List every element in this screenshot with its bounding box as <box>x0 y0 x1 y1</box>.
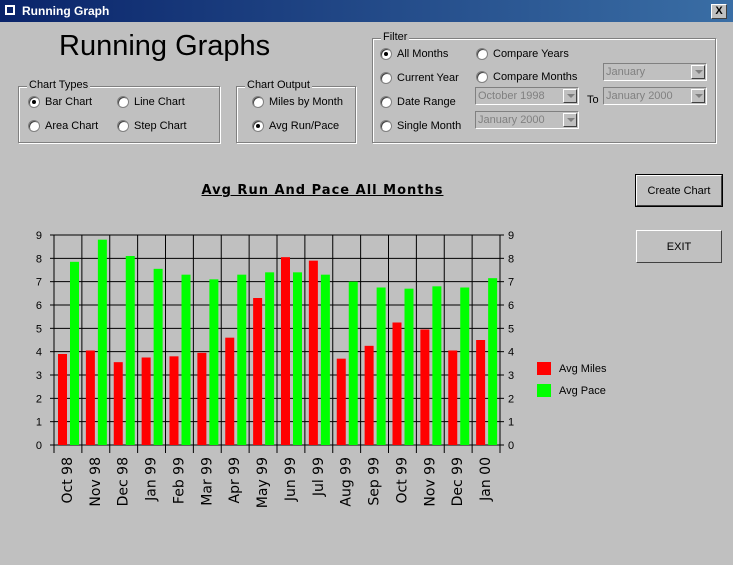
x-tick-label: Aug 99 <box>339 457 355 507</box>
bar-avg-miles <box>85 350 95 445</box>
bar-avg-pace <box>460 287 470 445</box>
legend-swatch-miles <box>537 362 551 375</box>
bar-avg-pace <box>209 279 219 445</box>
bar-avg-pace <box>432 286 442 445</box>
y-tick-label-left: 2 <box>36 393 42 405</box>
x-tick-label: Oct 98 <box>60 457 76 503</box>
bar-avg-miles <box>113 362 123 445</box>
y-tick-label-right: 1 <box>508 417 514 429</box>
y-tick-label-left: 6 <box>36 300 42 312</box>
x-tick-label: Jul 99 <box>311 457 327 497</box>
y-tick-label-left: 7 <box>36 277 42 289</box>
bar-avg-miles <box>58 354 67 445</box>
y-tick-label-right: 7 <box>508 277 514 289</box>
y-tick-label-left: 1 <box>36 417 42 429</box>
bar-avg-miles <box>169 356 179 445</box>
bar-avg-miles <box>281 257 290 445</box>
y-tick-label-right: 9 <box>508 230 514 242</box>
bar-avg-miles <box>336 358 346 445</box>
bar-avg-miles <box>448 350 458 445</box>
x-tick-label: Jan 00 <box>478 457 494 502</box>
bar-chart: 0 0 1 1 2 2 3 3 4 4 5 5 6 6 7 7 8 8 9 9 Oct 98 Nov 98 Dec 98 Ja… <box>36 230 514 508</box>
y-tick-label-left: 4 <box>36 347 42 359</box>
bar-avg-miles <box>225 337 235 445</box>
bar-avg-pace <box>70 261 79 445</box>
legend-avg-miles: Avg Miles <box>537 362 606 375</box>
bar-avg-miles <box>476 340 486 445</box>
bar-avg-pace <box>376 287 386 445</box>
bar-avg-pace <box>181 274 191 445</box>
x-tick-label: Dec 99 <box>450 457 466 506</box>
bar-avg-pace <box>125 256 135 445</box>
bar-avg-pace <box>237 274 247 445</box>
legend-avg-pace: Avg Pace <box>537 384 606 397</box>
bar-avg-pace <box>404 288 414 445</box>
bar-avg-pace <box>97 239 107 445</box>
x-tick-label: Jan 99 <box>144 457 160 502</box>
bar-avg-miles <box>141 357 151 445</box>
bar-avg-pace <box>320 274 330 445</box>
y-tick-label-left: 0 <box>36 440 42 452</box>
bar-avg-miles <box>420 329 430 445</box>
y-tick-label-right: 3 <box>508 370 514 382</box>
x-tick-label: Apr 99 <box>227 457 243 503</box>
x-tick-label: Jun 99 <box>283 457 299 502</box>
bar-avg-miles <box>308 260 318 445</box>
y-tick-label-right: 6 <box>508 300 514 312</box>
legend-swatch-pace <box>537 384 551 397</box>
x-tick-label: Nov 99 <box>422 457 438 507</box>
bar-avg-miles <box>364 345 374 445</box>
y-tick-label-right: 8 <box>508 253 514 265</box>
y-tick-label-left: 9 <box>36 230 42 242</box>
x-tick-label: Feb 99 <box>171 457 187 504</box>
bar-avg-miles <box>392 322 402 445</box>
y-tick-label-right: 2 <box>508 393 514 405</box>
bar-avg-miles <box>253 298 263 445</box>
x-tick-label: Dec 98 <box>116 457 132 506</box>
y-tick-label-right: 4 <box>508 347 514 359</box>
x-tick-label: Sep 99 <box>367 457 383 506</box>
y-tick-label-right: 0 <box>508 440 514 452</box>
y-tick-label-right: 5 <box>508 323 514 335</box>
x-tick-label: May 99 <box>255 457 271 508</box>
bar-avg-miles <box>197 352 207 445</box>
bar-avg-pace <box>265 272 275 445</box>
bar-avg-pace <box>293 272 302 445</box>
x-tick-label: Mar 99 <box>199 457 215 506</box>
bar-avg-pace <box>348 281 358 445</box>
y-tick-label-left: 5 <box>36 323 42 335</box>
y-tick-label-left: 3 <box>36 370 42 382</box>
bar-avg-pace <box>488 278 498 445</box>
bar-avg-pace <box>153 268 163 445</box>
x-tick-label: Oct 99 <box>394 457 410 503</box>
x-tick-label: Nov 98 <box>88 457 104 507</box>
y-tick-label-left: 8 <box>36 253 42 265</box>
